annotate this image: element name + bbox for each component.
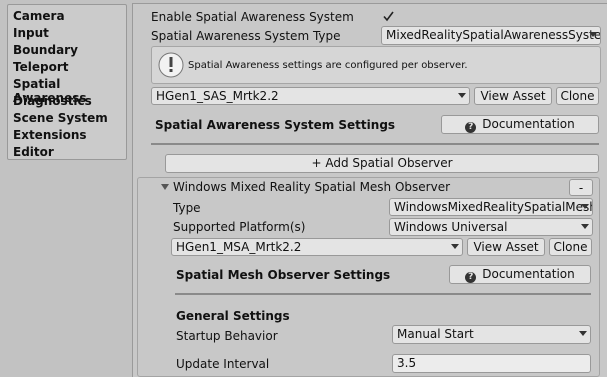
- observer-clone-button[interactable]: Clone: [549, 238, 592, 256]
- enable-system-checkbox[interactable]: [382, 10, 395, 23]
- sidebar-item-editor[interactable]: Editor: [13, 145, 54, 159]
- sidebar-item-diagnostics[interactable]: Diagnostics: [13, 94, 92, 108]
- chevron-down-icon: [458, 93, 466, 98]
- observer-title[interactable]: Windows Mixed Reality Spatial Mesh Obser…: [173, 180, 450, 194]
- chevron-down-icon: [451, 244, 459, 249]
- system-clone-button[interactable]: Clone: [556, 87, 599, 105]
- observer-documentation-label: Documentation: [482, 267, 575, 281]
- foldout-arrow-icon[interactable]: [161, 184, 169, 190]
- system-type-label: Spatial Awareness System Type: [151, 29, 341, 43]
- add-spatial-observer-button[interactable]: + Add Spatial Observer: [165, 154, 599, 173]
- system-profile-field[interactable]: HGen1_SAS_Mrtk2.2: [151, 87, 470, 105]
- system-view-asset-button[interactable]: View Asset: [474, 87, 552, 105]
- info-icon: [158, 52, 184, 78]
- system-profile-value: HGen1_SAS_Mrtk2.2: [156, 89, 279, 103]
- chevron-down-icon: [579, 331, 587, 336]
- system-type-value: MixedRealitySpatialAwarenessSystem: [386, 28, 601, 42]
- sidebar-item-boundary[interactable]: Boundary: [13, 43, 78, 57]
- sidebar-item-extensions[interactable]: Extensions: [13, 128, 87, 142]
- observer-profile-value: HGen1_MSA_Mrtk2.2: [176, 240, 302, 254]
- enable-system-label: Enable Spatial Awareness System: [151, 10, 354, 24]
- supported-platform-label: Supported Platform(s): [173, 220, 306, 234]
- system-documentation-button[interactable]: ? Documentation: [441, 115, 599, 134]
- divider: [151, 143, 599, 145]
- system-documentation-label: Documentation: [482, 117, 575, 131]
- check-icon: [383, 11, 394, 22]
- supported-platform-value: Windows Universal: [394, 220, 508, 234]
- observer-profile-field[interactable]: HGen1_MSA_Mrtk2.2: [171, 238, 463, 256]
- supported-platform-dropdown[interactable]: Windows Universal: [389, 218, 593, 236]
- system-type-dropdown[interactable]: MixedRealitySpatialAwarenessSystem: [381, 26, 601, 45]
- chevron-down-icon: [581, 224, 589, 229]
- startup-behavior-label: Startup Behavior: [176, 329, 278, 343]
- update-interval-input[interactable]: 3.5: [392, 354, 591, 373]
- observer-type-value: WindowsMixedRealitySpatialMeshObserver: [394, 200, 592, 214]
- observer-settings-heading: Spatial Mesh Observer Settings: [176, 268, 391, 282]
- help-box: Spatial Awareness settings are configure…: [151, 46, 601, 84]
- observer-type-label: Type: [173, 201, 201, 215]
- remove-observer-button[interactable]: -: [569, 179, 593, 196]
- observer-documentation-button[interactable]: ? Documentation: [449, 265, 591, 284]
- sidebar-item-teleport[interactable]: Teleport: [13, 60, 68, 74]
- sidebar-item-input[interactable]: Input: [13, 26, 49, 40]
- system-settings-heading: Spatial Awareness System Settings: [155, 118, 396, 132]
- update-interval-label: Update Interval: [176, 357, 270, 371]
- chevron-down-icon: [581, 204, 589, 209]
- sidebar-item-camera[interactable]: Camera: [13, 9, 65, 23]
- divider: [175, 293, 591, 295]
- startup-behavior-value: Manual Start: [397, 327, 474, 341]
- observer-type-dropdown[interactable]: WindowsMixedRealitySpatialMeshObserver: [389, 198, 593, 216]
- help-icon: ?: [465, 272, 477, 283]
- observer-view-asset-button[interactable]: View Asset: [467, 238, 545, 256]
- help-text: Spatial Awareness settings are configure…: [188, 60, 468, 71]
- sidebar-item-scene-system[interactable]: Scene System: [13, 111, 108, 125]
- profile-sidebar: Camera Input Boundary Teleport Spatial A…: [7, 4, 127, 160]
- help-icon: ?: [465, 122, 477, 133]
- chevron-down-icon: [589, 32, 597, 37]
- general-settings-heading: General Settings: [176, 309, 290, 323]
- startup-behavior-dropdown[interactable]: Manual Start: [392, 325, 591, 344]
